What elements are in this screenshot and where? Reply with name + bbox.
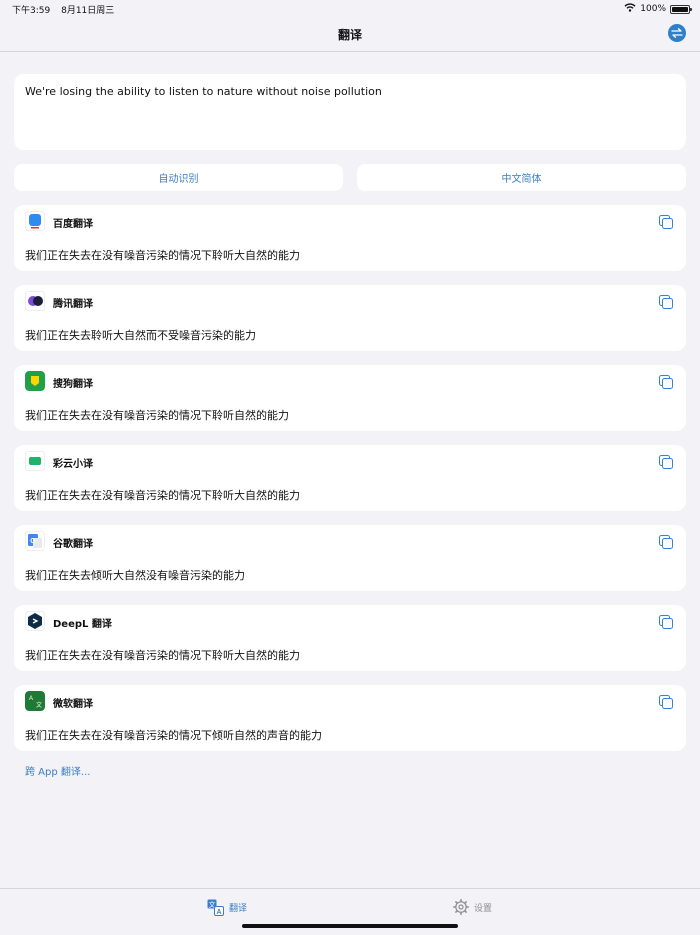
sogou-translate-icon [25, 371, 45, 391]
translation-text: 我们正在失去倾听大自然没有噪音污染的能力 [25, 569, 245, 582]
battery-percent: 100% [640, 4, 666, 14]
tab-settings[interactable]: 设置 [453, 899, 492, 915]
tab-label: 翻译 [229, 904, 248, 914]
engine-name: 搜狗翻译 [53, 379, 93, 390]
google-translate-icon: G [25, 531, 45, 551]
copy-icon[interactable] [658, 694, 674, 710]
translation-text: 我们正在失去在没有噪音污染的情况下倾听自然的声音的能力 [25, 729, 322, 742]
copy-icon[interactable] [658, 534, 674, 550]
gear-icon [453, 899, 469, 915]
translation-text: 我们正在失去在没有噪音污染的情况下聆听自然的能力 [25, 409, 289, 422]
result-card-microsoft: A文 微软翻译 我们正在失去在没有噪音污染的情况下倾听自然的声音的能力 [14, 685, 686, 751]
result-card-google: G 谷歌翻译 我们正在失去倾听大自然没有噪音污染的能力 [14, 525, 686, 591]
nav-bar: 翻译 [0, 18, 700, 52]
deepl-translate-icon [25, 611, 45, 631]
svg-text:G: G [30, 538, 36, 545]
engine-name: DeepL 翻译 [53, 619, 112, 630]
svg-text:A: A [29, 696, 33, 702]
battery-icon [670, 4, 692, 14]
engine-name: 百度翻译 [53, 219, 93, 230]
translation-text: 我们正在失去聆听大自然而不受噪音污染的能力 [25, 329, 256, 342]
microsoft-translate-icon: A文 [25, 691, 45, 711]
swap-arrows-icon [671, 28, 683, 38]
battery-fill [672, 6, 688, 12]
svg-text:文: 文 [36, 701, 42, 709]
result-card-sogou: 搜狗翻译 我们正在失去在没有噪音污染的情况下聆听自然的能力 [14, 365, 686, 431]
translation-text: 我们正在失去在没有噪音污染的情况下聆听大自然的能力 [25, 649, 300, 662]
tencent-translate-icon [25, 291, 45, 311]
result-card-baidu: 百度翻译 我们正在失去在没有噪音污染的情况下聆听大自然的能力 [14, 205, 686, 271]
target-language-button[interactable]: 中文简体 [357, 164, 686, 191]
result-card-caiyun: 彩云小译 我们正在失去在没有噪音污染的情况下聆听大自然的能力 [14, 445, 686, 511]
copy-icon[interactable] [658, 214, 674, 230]
baidu-translate-icon [25, 211, 45, 231]
source-text-input[interactable]: We're losing the ability to listen to na… [14, 74, 686, 150]
tab-translate[interactable]: 文 A 翻译 [207, 899, 247, 916]
result-card-deepl: DeepL 翻译 我们正在失去在没有噪音污染的情况下聆听大自然的能力 [14, 605, 686, 671]
translation-text: 我们正在失去在没有噪音污染的情况下聆听大自然的能力 [25, 249, 300, 262]
cross-app-translate-link[interactable]: 跨 App 翻译... [25, 763, 90, 778]
source-language-button[interactable]: 自动识别 [14, 164, 343, 191]
engine-name: 腾讯翻译 [53, 299, 93, 310]
tab-label: 设置 [474, 903, 493, 914]
copy-icon[interactable] [658, 294, 674, 310]
copy-icon[interactable] [658, 374, 674, 390]
status-bar: 下午3:59 8月11日周三 100% [0, 0, 700, 18]
result-card-tencent: 腾讯翻译 我们正在失去聆听大自然而不受噪音污染的能力 [14, 285, 686, 351]
engine-name: 微软翻译 [53, 699, 93, 710]
caiyun-translate-icon [25, 451, 45, 471]
status-time: 下午3:59 [12, 6, 51, 16]
translation-text: 我们正在失去在没有噪音污染的情况下聆听大自然的能力 [25, 489, 300, 502]
source-text[interactable]: We're losing the ability to listen to na… [25, 85, 382, 98]
status-date: 8月11日周三 [61, 6, 115, 16]
wifi-icon [624, 3, 636, 15]
page-title: 翻译 [337, 28, 362, 42]
swap-languages-button[interactable] [668, 24, 686, 42]
translate-tab-icon: 文 A [207, 899, 224, 916]
copy-icon[interactable] [658, 454, 674, 470]
home-indicator[interactable] [242, 924, 458, 928]
engine-name: 彩云小译 [53, 459, 93, 470]
svg-text:A: A [216, 909, 221, 916]
engine-name: 谷歌翻译 [53, 539, 93, 550]
copy-icon[interactable] [658, 614, 674, 630]
